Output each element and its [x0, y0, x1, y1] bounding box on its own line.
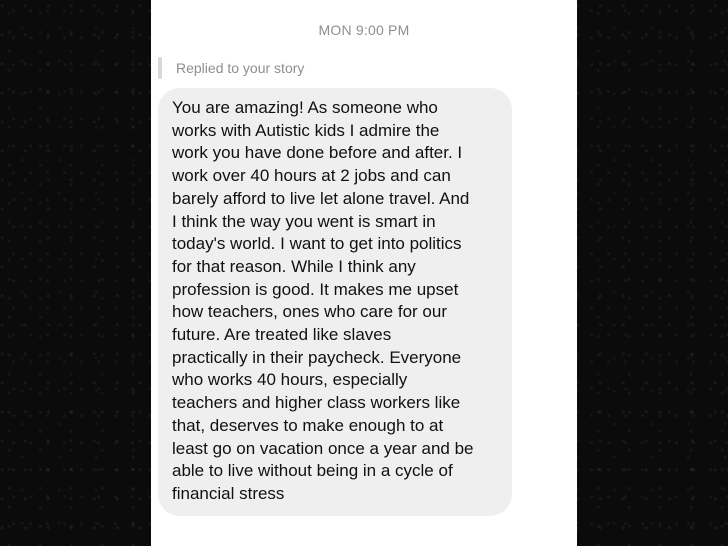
reply-bar	[158, 57, 162, 79]
story-reply-indicator: Replied to your story	[158, 57, 304, 79]
message-timestamp: MON 9:00 PM	[318, 22, 410, 38]
chat-screen: MON 9:00 PM Replied to your story You ar…	[151, 0, 577, 546]
reply-label: Replied to your story	[176, 60, 305, 76]
message-bubble[interactable]: You are amazing! As someone who works wi…	[158, 88, 512, 516]
message-text: You are amazing! As someone who works wi…	[172, 98, 474, 503]
